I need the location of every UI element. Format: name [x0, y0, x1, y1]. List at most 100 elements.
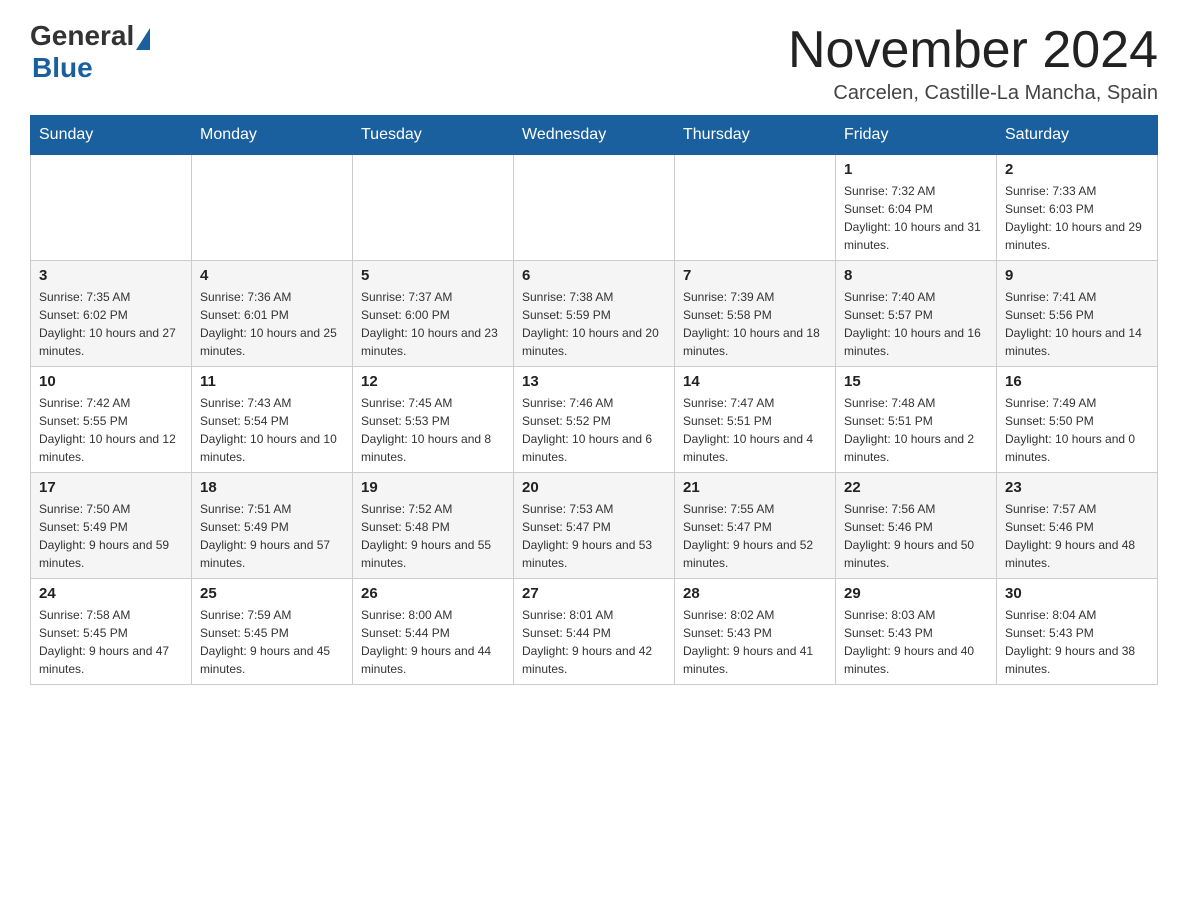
calendar-cell — [192, 155, 353, 261]
day-number: 1 — [844, 161, 988, 178]
calendar-cell: 15 Sunrise: 7:48 AMSunset: 5:51 PMDayligh… — [836, 367, 997, 473]
weekday-header-wednesday: Wednesday — [514, 116, 675, 155]
day-info: Sunrise: 7:48 AMSunset: 5:51 PMDaylight:… — [844, 394, 988, 466]
day-info: Sunrise: 7:56 AMSunset: 5:46 PMDaylight:… — [844, 500, 988, 572]
weekday-header-friday: Friday — [836, 116, 997, 155]
day-number: 9 — [1005, 267, 1149, 284]
day-number: 23 — [1005, 479, 1149, 496]
day-info: Sunrise: 7:55 AMSunset: 5:47 PMDaylight:… — [683, 500, 827, 572]
calendar-cell — [675, 155, 836, 261]
logo-blue-text: Blue — [32, 52, 93, 84]
day-number: 28 — [683, 585, 827, 602]
calendar-cell: 11Sunrise: 7:43 AMSunset: 5:54 PMDayligh… — [192, 367, 353, 473]
calendar-cell: 7 Sunrise: 7:39 AMSunset: 5:58 PMDaylight… — [675, 261, 836, 367]
day-number: 20 — [522, 479, 666, 496]
day-number: 19 — [361, 479, 505, 496]
calendar-cell: 14Sunrise: 7:47 AMSunset: 5:51 PMDayligh… — [675, 367, 836, 473]
page-header: General Blue November 2024 Carcelen, Cas… — [30, 20, 1158, 105]
day-number: 5 — [361, 267, 505, 284]
day-info: Sunrise: 7:43 AMSunset: 5:54 PMDaylight:… — [200, 394, 344, 466]
day-info: Sunrise: 8:04 AMSunset: 5:43 PMDaylight:… — [1005, 606, 1149, 678]
calendar-cell: 28 Sunrise: 8:02 AMSunset: 5:43 PMDayligh… — [675, 579, 836, 685]
day-number: 26 — [361, 585, 505, 602]
day-number: 4 — [200, 267, 344, 284]
location-subtitle: Carcelen, Castille-La Mancha, Spain — [788, 82, 1158, 105]
day-info: Sunrise: 7:41 AMSunset: 5:56 PMDaylight:… — [1005, 288, 1149, 360]
day-number: 18 — [200, 479, 344, 496]
calendar-cell: 27 Sunrise: 8:01 AMSunset: 5:44 PMDayligh… — [514, 579, 675, 685]
day-number: 29 — [844, 585, 988, 602]
day-number: 12 — [361, 373, 505, 390]
title-section: November 2024 Carcelen, Castille-La Manc… — [788, 20, 1158, 105]
weekday-header-saturday: Saturday — [997, 116, 1158, 155]
day-info: Sunrise: 7:38 AMSunset: 5:59 PMDaylight:… — [522, 288, 666, 360]
calendar-week-row: 3 Sunrise: 7:35 AMSunset: 6:02 PMDaylight… — [31, 261, 1158, 367]
day-info: Sunrise: 7:45 AMSunset: 5:53 PMDaylight:… — [361, 394, 505, 466]
day-info: Sunrise: 7:52 AMSunset: 5:48 PMDaylight:… — [361, 500, 505, 572]
day-number: 27 — [522, 585, 666, 602]
day-number: 3 — [39, 267, 183, 284]
calendar-cell: 24 Sunrise: 7:58 AMSunset: 5:45 PMDayligh… — [31, 579, 192, 685]
day-info: Sunrise: 7:50 AMSunset: 5:49 PMDaylight:… — [39, 500, 183, 572]
day-number: 16 — [1005, 373, 1149, 390]
calendar-cell: 23Sunrise: 7:57 AMSunset: 5:46 PMDayligh… — [997, 473, 1158, 579]
day-number: 7 — [683, 267, 827, 284]
calendar-cell — [31, 155, 192, 261]
day-info: Sunrise: 8:00 AMSunset: 5:44 PMDaylight:… — [361, 606, 505, 678]
day-info: Sunrise: 7:32 AMSunset: 6:04 PMDaylight:… — [844, 182, 988, 254]
day-info: Sunrise: 7:40 AMSunset: 5:57 PMDaylight:… — [844, 288, 988, 360]
day-number: 13 — [522, 373, 666, 390]
logo: General Blue — [30, 20, 150, 84]
calendar-cell: 21Sunrise: 7:55 AMSunset: 5:47 PMDayligh… — [675, 473, 836, 579]
calendar-cell: 5 Sunrise: 7:37 AMSunset: 6:00 PMDaylight… — [353, 261, 514, 367]
day-info: Sunrise: 7:42 AMSunset: 5:55 PMDaylight:… — [39, 394, 183, 466]
calendar-cell: 19 Sunrise: 7:52 AMSunset: 5:48 PMDayligh… — [353, 473, 514, 579]
day-info: Sunrise: 7:51 AMSunset: 5:49 PMDaylight:… — [200, 500, 344, 572]
day-info: Sunrise: 7:36 AMSunset: 6:01 PMDaylight:… — [200, 288, 344, 360]
day-number: 10 — [39, 373, 183, 390]
calendar-cell: 16 Sunrise: 7:49 AMSunset: 5:50 PMDayligh… — [997, 367, 1158, 473]
calendar-cell: 9 Sunrise: 7:41 AMSunset: 5:56 PMDaylight… — [997, 261, 1158, 367]
day-number: 2 — [1005, 161, 1149, 178]
day-number: 14 — [683, 373, 827, 390]
calendar-week-row: 17Sunrise: 7:50 AMSunset: 5:49 PMDayligh… — [31, 473, 1158, 579]
calendar-cell: 29 Sunrise: 8:03 AMSunset: 5:43 PMDayligh… — [836, 579, 997, 685]
day-info: Sunrise: 7:39 AMSunset: 5:58 PMDaylight:… — [683, 288, 827, 360]
calendar-week-row: 1 Sunrise: 7:32 AMSunset: 6:04 PMDaylight… — [31, 155, 1158, 261]
day-info: Sunrise: 8:01 AMSunset: 5:44 PMDaylight:… — [522, 606, 666, 678]
day-info: Sunrise: 7:53 AMSunset: 5:47 PMDaylight:… — [522, 500, 666, 572]
calendar-cell — [353, 155, 514, 261]
calendar-cell — [514, 155, 675, 261]
calendar-cell: 8 Sunrise: 7:40 AMSunset: 5:57 PMDaylight… — [836, 261, 997, 367]
calendar-week-row: 24 Sunrise: 7:58 AMSunset: 5:45 PMDayligh… — [31, 579, 1158, 685]
day-number: 15 — [844, 373, 988, 390]
calendar-cell: 20 Sunrise: 7:53 AMSunset: 5:47 PMDayligh… — [514, 473, 675, 579]
calendar-cell: 25Sunrise: 7:59 AMSunset: 5:45 PMDayligh… — [192, 579, 353, 685]
logo-general-text: General — [30, 20, 134, 52]
day-number: 8 — [844, 267, 988, 284]
calendar-cell: 26 Sunrise: 8:00 AMSunset: 5:44 PMDayligh… — [353, 579, 514, 685]
calendar-cell: 1 Sunrise: 7:32 AMSunset: 6:04 PMDaylight… — [836, 155, 997, 261]
day-info: Sunrise: 8:03 AMSunset: 5:43 PMDaylight:… — [844, 606, 988, 678]
calendar-cell: 30Sunrise: 8:04 AMSunset: 5:43 PMDayligh… — [997, 579, 1158, 685]
day-info: Sunrise: 7:59 AMSunset: 5:45 PMDaylight:… — [200, 606, 344, 678]
calendar-cell: 17Sunrise: 7:50 AMSunset: 5:49 PMDayligh… — [31, 473, 192, 579]
day-info: Sunrise: 7:35 AMSunset: 6:02 PMDaylight:… — [39, 288, 183, 360]
day-info: Sunrise: 7:37 AMSunset: 6:00 PMDaylight:… — [361, 288, 505, 360]
day-info: Sunrise: 8:02 AMSunset: 5:43 PMDaylight:… — [683, 606, 827, 678]
day-number: 6 — [522, 267, 666, 284]
calendar-table: SundayMondayTuesdayWednesdayThursdayFrid… — [30, 115, 1158, 685]
calendar-header-row: SundayMondayTuesdayWednesdayThursdayFrid… — [31, 116, 1158, 155]
calendar-cell: 22 Sunrise: 7:56 AMSunset: 5:46 PMDayligh… — [836, 473, 997, 579]
month-title: November 2024 — [788, 20, 1158, 80]
calendar-cell: 3 Sunrise: 7:35 AMSunset: 6:02 PMDaylight… — [31, 261, 192, 367]
calendar-cell: 4 Sunrise: 7:36 AMSunset: 6:01 PMDaylight… — [192, 261, 353, 367]
calendar-week-row: 10 Sunrise: 7:42 AMSunset: 5:55 PMDayligh… — [31, 367, 1158, 473]
logo-triangle-icon — [136, 28, 150, 50]
day-info: Sunrise: 7:33 AMSunset: 6:03 PMDaylight:… — [1005, 182, 1149, 254]
day-number: 24 — [39, 585, 183, 602]
day-info: Sunrise: 7:58 AMSunset: 5:45 PMDaylight:… — [39, 606, 183, 678]
day-info: Sunrise: 7:49 AMSunset: 5:50 PMDaylight:… — [1005, 394, 1149, 466]
day-number: 22 — [844, 479, 988, 496]
weekday-header-tuesday: Tuesday — [353, 116, 514, 155]
